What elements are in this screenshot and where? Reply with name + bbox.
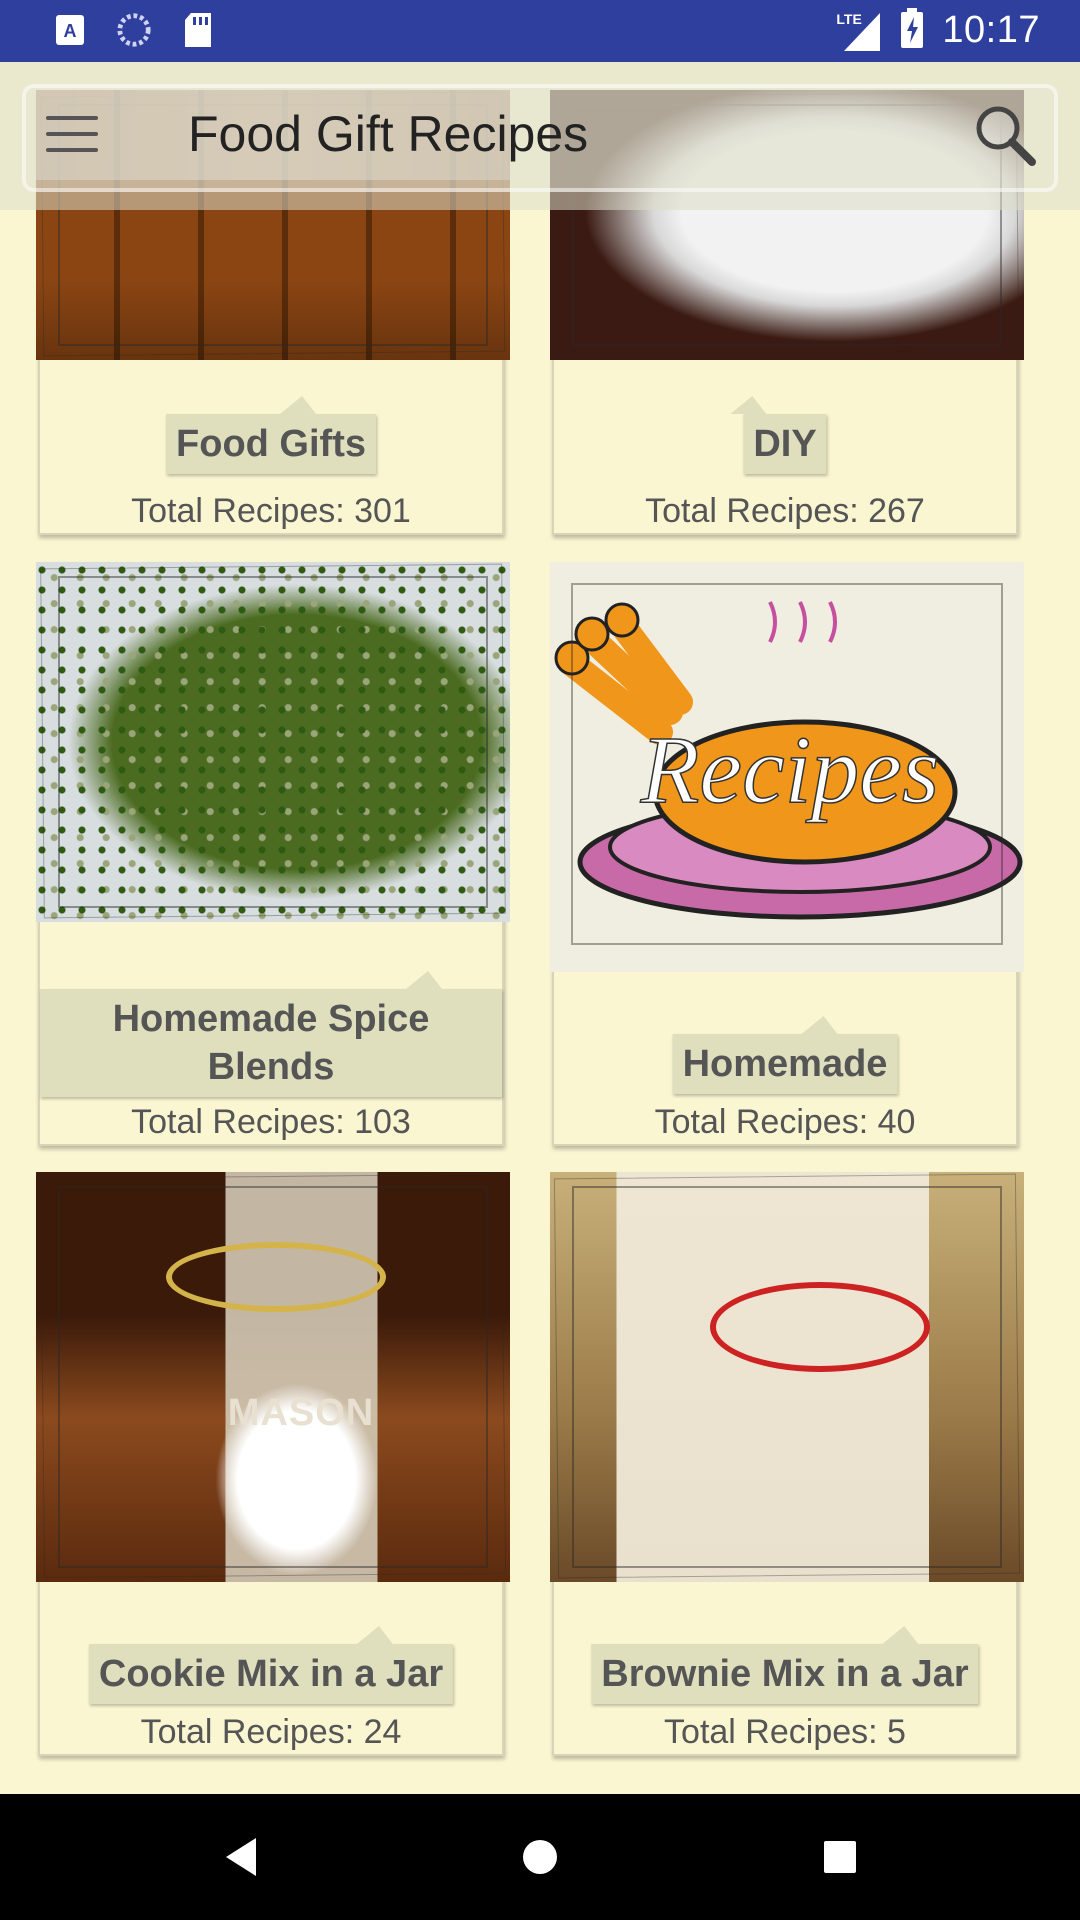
hamburger-menu-icon[interactable] — [44, 110, 100, 158]
recipe-count: Total Recipes: 40 — [654, 1103, 916, 1141]
recipe-count: Total Recipes: 301 — [131, 492, 411, 530]
search-icon[interactable] — [972, 102, 1038, 168]
sd-card-icon — [180, 12, 216, 48]
category-image: MASON — [36, 1172, 510, 1582]
category-name: Food Gifts — [166, 396, 376, 474]
back-triangle-icon[interactable] — [222, 1836, 262, 1883]
recipe-count: Total Recipes: 5 — [664, 1713, 906, 1751]
sync-icon — [116, 12, 152, 48]
page-title: Food Gift Recipes — [188, 106, 589, 162]
category-card-homemade-spice-blends[interactable]: Homemade Spice Blends Total Recipes: 103 — [36, 562, 510, 1146]
recents-square-icon[interactable] — [820, 1836, 860, 1883]
navigation-bar — [0, 1794, 1080, 1920]
a-icon: A — [52, 12, 88, 48]
recipe-count: Total Recipes: 103 — [131, 1103, 411, 1141]
category-name: Cookie Mix in a Jar — [88, 1626, 454, 1704]
clock: 10:17 — [942, 9, 1040, 51]
recipes-illustration: Recipes — [554, 583, 1023, 945]
category-name: Homemade Spice Blends — [40, 971, 502, 1097]
recipe-count: Total Recipes: 24 — [140, 1713, 402, 1751]
category-card-brownie-mix-in-a-jar[interactable]: Brownie Mix in a Jar Total Recipes: 5 — [550, 1172, 1024, 1756]
recipes-script-text: Recipes — [640, 716, 940, 823]
category-image: Recipes — [550, 562, 1024, 972]
category-image — [36, 562, 510, 922]
status-bar: A LTE 10:17 — [0, 0, 1080, 62]
recipe-count: Total Recipes: 267 — [645, 492, 925, 530]
category-name: DIY — [730, 396, 827, 474]
category-card-homemade[interactable]: Recipes Homemade Total Recipes: 40 — [550, 562, 1024, 1146]
category-image — [550, 1172, 1024, 1582]
category-name: Brownie Mix in a Jar — [591, 1626, 979, 1704]
svg-text:A: A — [64, 21, 77, 41]
home-circle-icon[interactable] — [520, 1836, 560, 1883]
signal-icon: LTE — [836, 9, 882, 53]
category-name: Homemade — [672, 1016, 898, 1094]
battery-icon — [900, 8, 924, 53]
category-grid: Food Gifts Total Recipes: 301 DIY Total … — [0, 62, 1080, 1794]
category-card-cookie-mix-in-a-jar[interactable]: MASON Cookie Mix in a Jar Total Recipes:… — [36, 1172, 510, 1756]
